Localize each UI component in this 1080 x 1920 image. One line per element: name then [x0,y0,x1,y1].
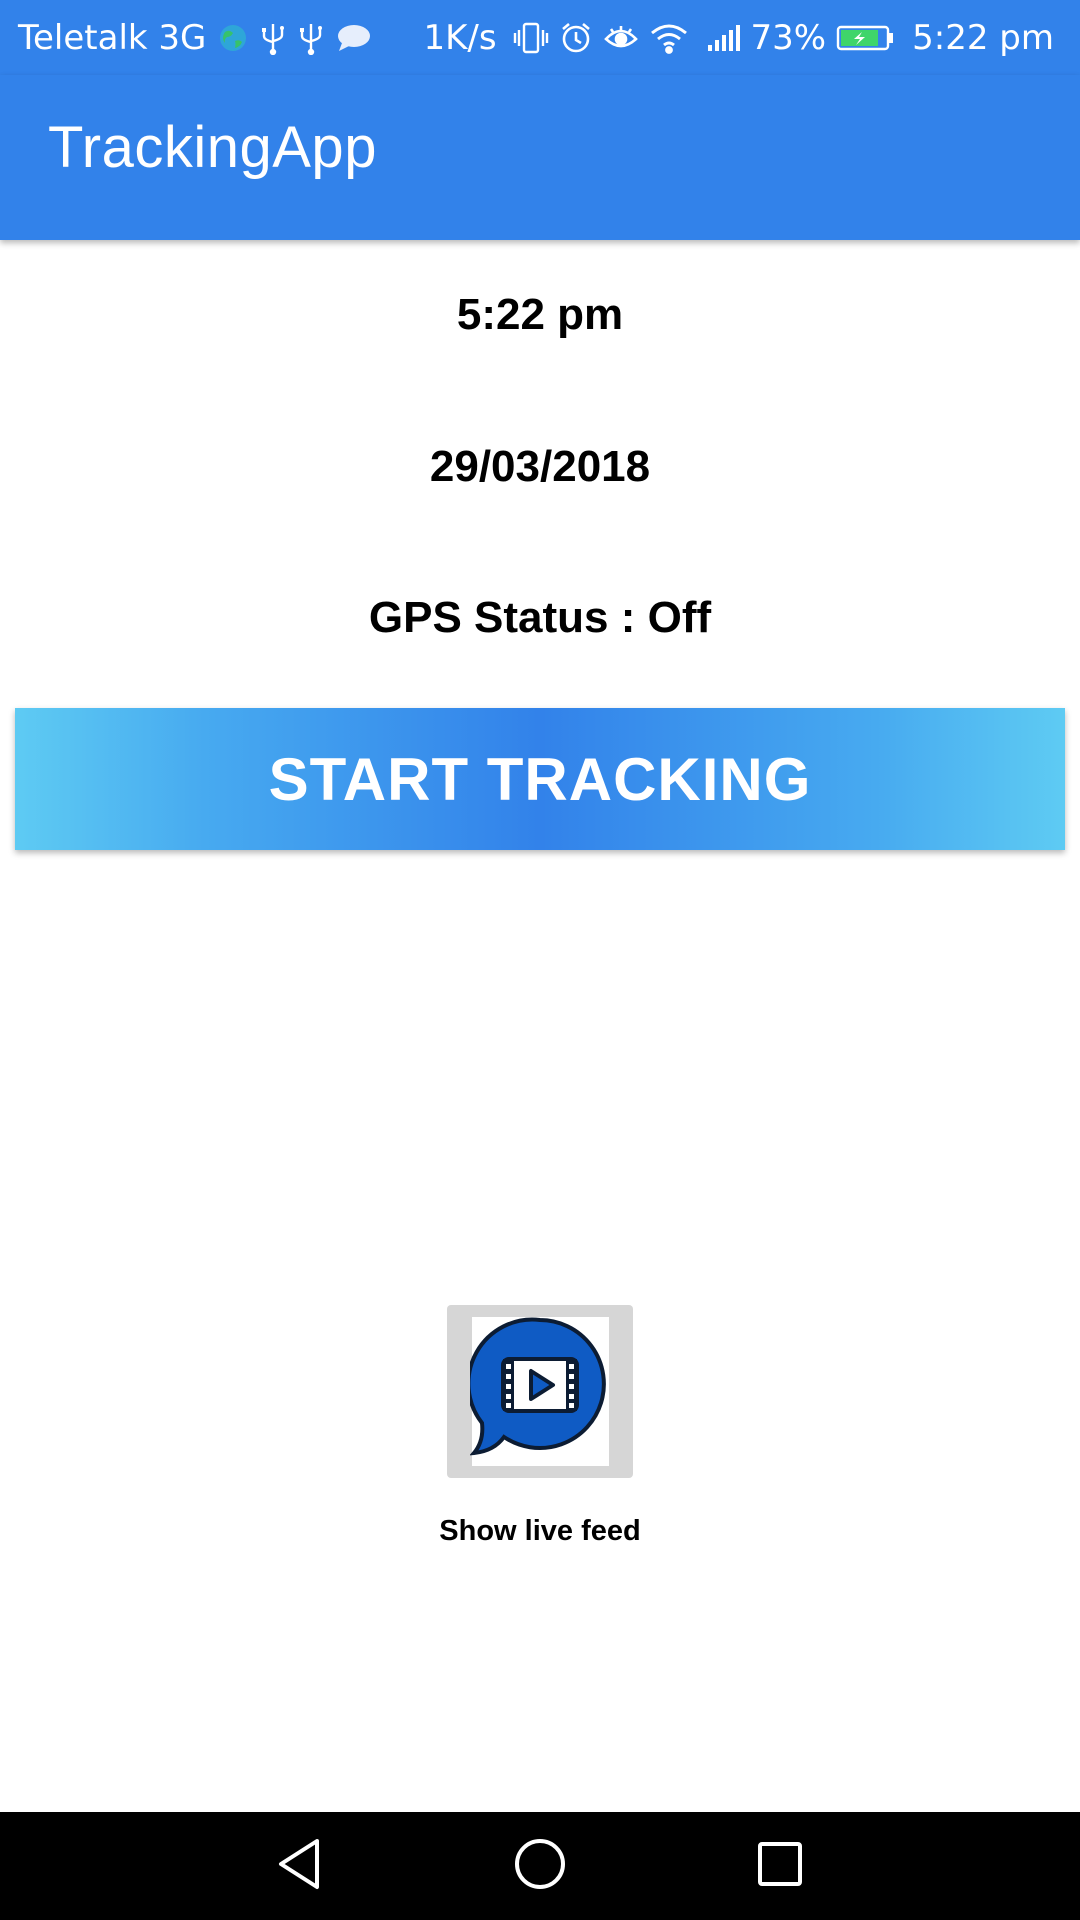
show-live-feed-button[interactable] [447,1305,633,1478]
carrier-name: Teletalk 3G [18,17,207,58]
signal-icon [707,23,741,53]
home-icon [513,1837,567,1895]
status-bar: Teletalk 3G 1K/s 73% 5:22 pm [0,0,1080,75]
recents-button[interactable] [720,1812,840,1920]
screen: Teletalk 3G 1K/s 73% 5:22 pm TrackingApp… [0,0,1080,1920]
wifi-icon [649,21,689,55]
status-bar-left: Teletalk 3G [18,18,372,58]
status-time: 5:22 pm [912,17,1054,58]
status-bar-right: 1K/s 73% 5:22 pm [423,18,1054,58]
start-tracking-button[interactable]: START TRACKING [15,708,1065,850]
eye-icon [603,23,639,53]
current-time: 5:22 pm [456,290,624,339]
navigation-bar [0,1812,1080,1920]
battery-percent: 73% [750,17,827,58]
video-chat-icon [466,1314,610,1470]
gps-status: GPS Status : Off [368,593,712,642]
show-live-feed-label: Show live feed [439,1515,641,1547]
back-icon [275,1837,325,1895]
start-tracking-label: START TRACKING [268,745,812,813]
message-icon [336,23,372,53]
app-title: TrackingApp [48,115,377,180]
live-feed-image [466,1317,609,1466]
network-speed: 1K/s [423,17,497,58]
alarm-icon [559,21,593,55]
app-bar: TrackingApp [0,75,1080,240]
globe-icon [218,23,248,53]
current-date: 29/03/2018 [429,442,651,491]
recents-icon [756,1840,804,1892]
back-button[interactable] [240,1812,360,1920]
usb-icon [260,21,286,55]
vibrate-icon [513,21,549,55]
home-button[interactable] [480,1812,600,1920]
battery-charging-icon [836,23,896,53]
usb-icon [298,21,324,55]
